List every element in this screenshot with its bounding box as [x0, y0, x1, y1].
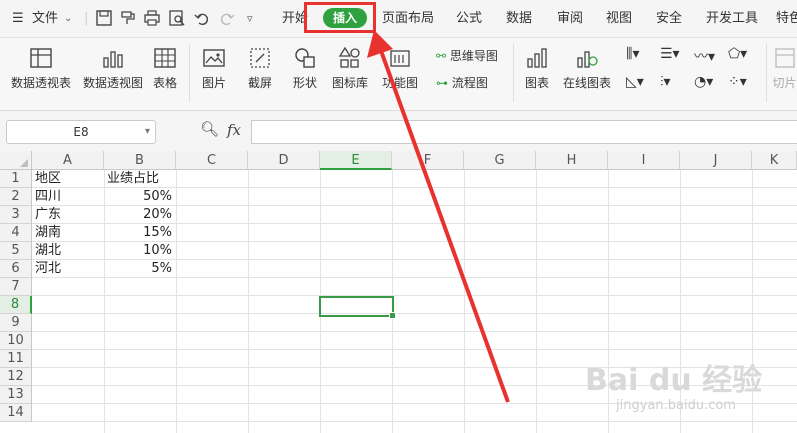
watermark-url: jingyan.baidu.com	[616, 398, 736, 413]
watermark-logo: Bai du 经验	[585, 363, 763, 398]
